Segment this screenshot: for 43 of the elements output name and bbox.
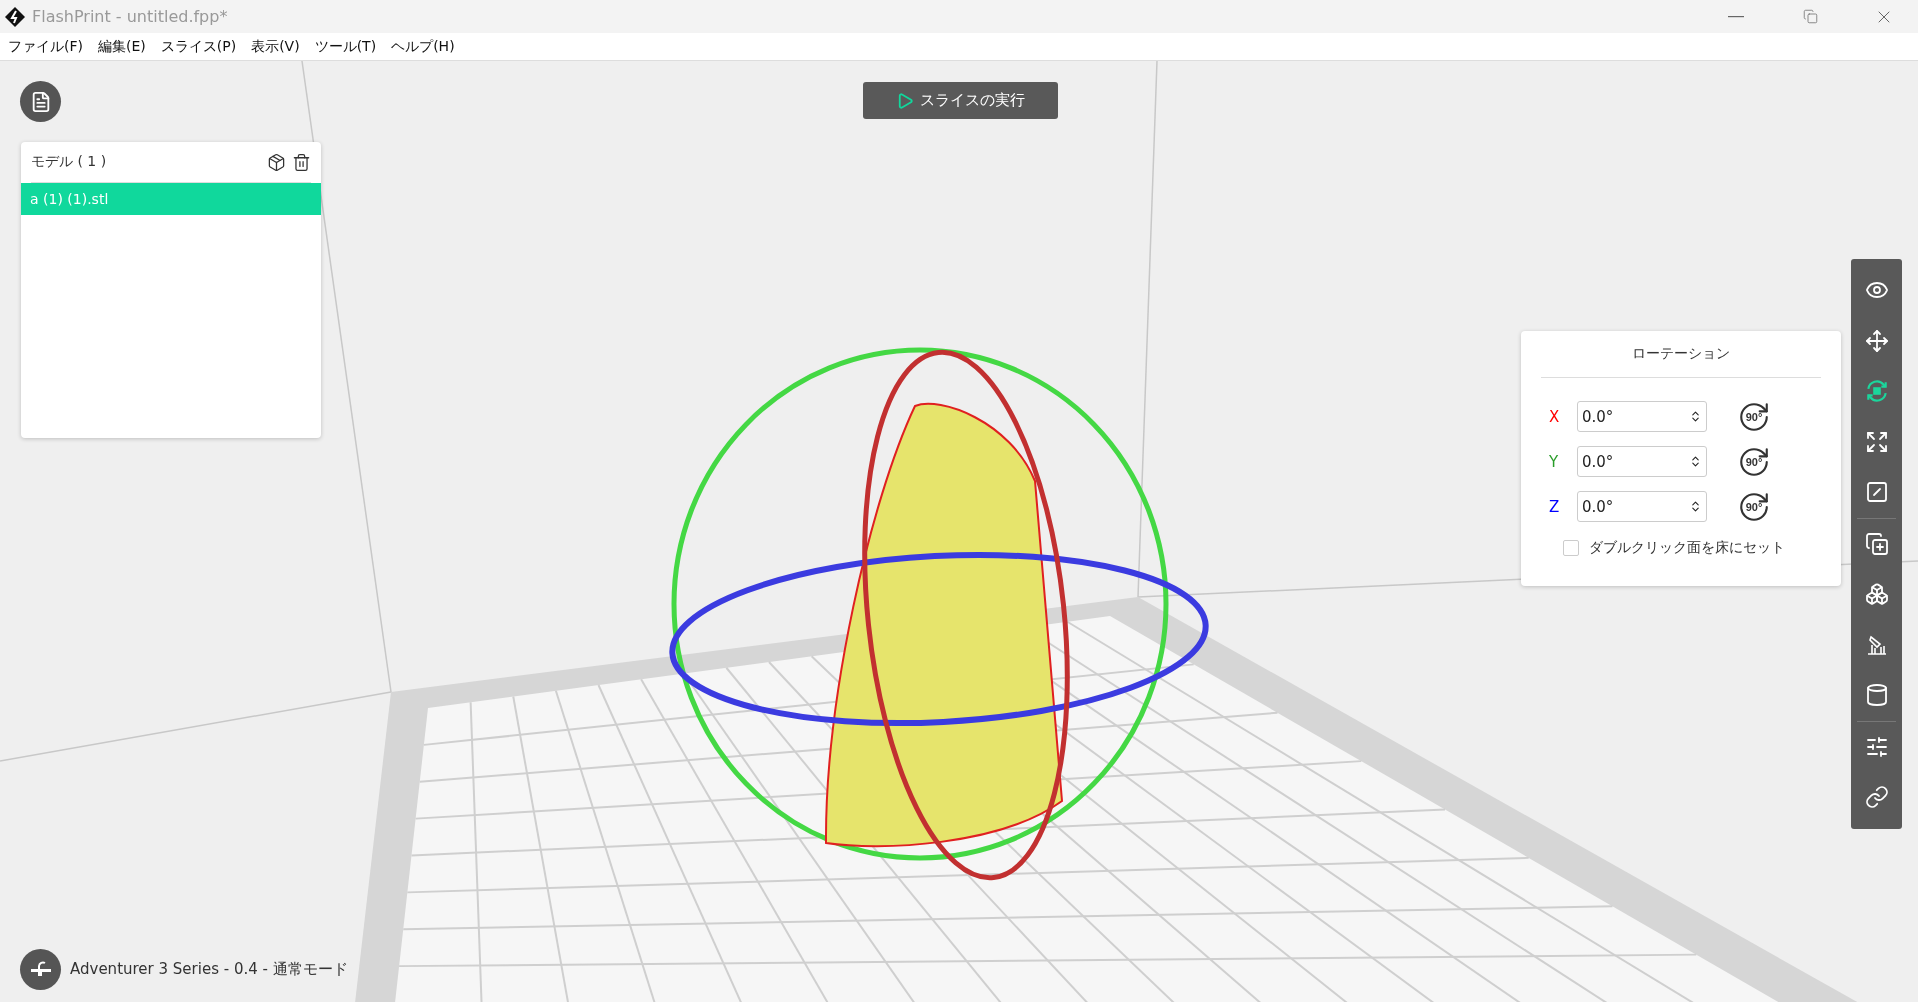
boxes-icon (1864, 582, 1889, 607)
spinner-arrows-icon[interactable] (1689, 410, 1702, 423)
trash-icon (292, 152, 311, 172)
document-button[interactable] (20, 81, 61, 122)
spinner-arrows-icon[interactable] (1689, 455, 1702, 468)
axis-label: X (1549, 407, 1561, 426)
add-model-button[interactable] (267, 152, 286, 172)
cube-icon (267, 152, 286, 172)
move-icon (1864, 328, 1889, 353)
restore-icon (1802, 9, 1818, 24)
angle-input-field[interactable]: 0.0° (1577, 446, 1707, 477)
cylinder-icon (1864, 683, 1889, 708)
panel-title: モデル ( 1 ) (31, 153, 107, 171)
link-icon (1864, 785, 1889, 810)
app-logo-icon (4, 5, 26, 28)
axis-label: Z (1549, 497, 1561, 516)
panel-title: ローテーション (1632, 345, 1730, 363)
angle-input-field[interactable]: 0.0° (1577, 491, 1707, 522)
menu-item[interactable]: ファイル(F) (8, 37, 83, 56)
slice-button[interactable]: スライスの実行 (863, 82, 1058, 119)
rotate-90-button[interactable]: 90° (1737, 399, 1771, 434)
angle-input-field[interactable]: 0.0° (1577, 401, 1707, 432)
menu-item[interactable]: スライス(P) (160, 37, 237, 56)
menu-item[interactable]: 表示(V) (251, 37, 300, 56)
copy-plus-icon (1864, 531, 1889, 556)
settings-icon (1864, 734, 1889, 759)
printer-status: Adventurer 3 Series - 0.4 - 通常モード (70, 960, 348, 979)
window-title: FlashPrint - untitled.fpp* (32, 7, 229, 26)
checkbox-label: ダブルクリック面を床にセット (1589, 539, 1785, 557)
minimize-icon (1728, 15, 1744, 18)
rotate-90-button[interactable]: 90° (1737, 444, 1771, 479)
printer-button[interactable] (20, 949, 61, 990)
spinner-arrows-icon[interactable] (1689, 500, 1702, 513)
menu-item[interactable]: ツール(T) (314, 37, 377, 56)
cut-icon (1864, 480, 1889, 505)
play-icon (896, 91, 914, 110)
menu-item[interactable]: ヘルプ(H) (391, 37, 455, 56)
rotate-90-button[interactable]: 90° (1737, 489, 1771, 524)
axis-label: Y (1549, 452, 1560, 471)
delete-button[interactable] (292, 152, 311, 172)
checkbox[interactable] (1563, 540, 1579, 556)
menu-item[interactable]: 編集(E) (98, 37, 146, 56)
scale-icon (1864, 429, 1889, 454)
